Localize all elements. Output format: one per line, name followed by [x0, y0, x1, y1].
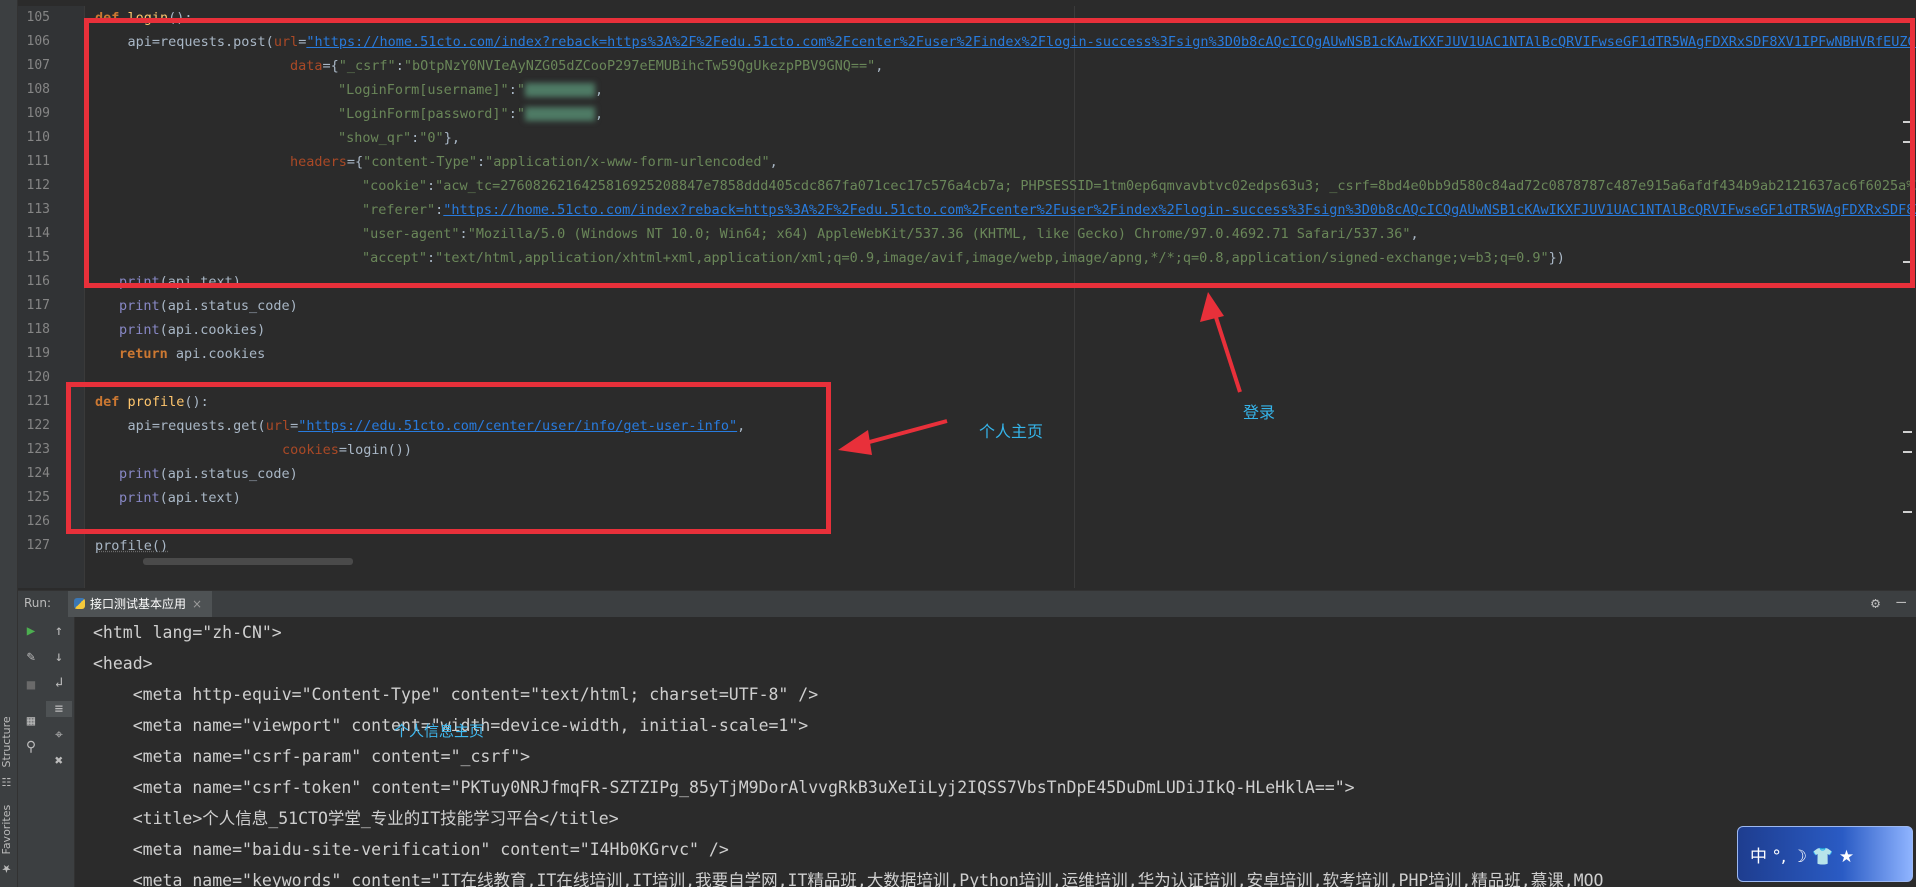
- console-line: <html lang="zh-CN">: [93, 623, 282, 642]
- console-line: <head>: [93, 654, 153, 673]
- run-tab[interactable]: 接口测试基本应用 ×: [68, 591, 213, 619]
- console-line: <meta name="csrf-token" content="PKTuy0N…: [93, 778, 1355, 797]
- layout-icon[interactable]: ▦: [18, 713, 44, 729]
- console-output[interactable]: <html lang="zh-CN"> <head> <meta http-eq…: [75, 617, 1916, 887]
- minimize-icon[interactable]: —: [1896, 592, 1906, 611]
- close-icon[interactable]: ×: [192, 597, 202, 611]
- up-arrow-icon[interactable]: ↑: [46, 623, 72, 639]
- arrow-profile: [838, 419, 948, 455]
- run-tab-label: 接口测试基本应用: [90, 597, 187, 611]
- run-toolbar-primary: ▶ ✎ ■ ▦ ⚲: [18, 617, 44, 887]
- console-line: <title>个人信息_51CTO学堂_专业的IT技能学习平台</title>: [93, 809, 619, 828]
- stop-icon[interactable]: ■: [18, 677, 44, 693]
- login-annotation: 登录: [1243, 403, 1276, 422]
- run-toolbar-secondary: ↑ ↓ ↲ ≡ ⌖ ✖: [44, 617, 75, 887]
- console-line: <meta http-equiv="Content-Type" content=…: [93, 685, 819, 704]
- console-line: <meta name="keywords" content="IT在线教育,IT…: [93, 871, 1604, 887]
- profile-annotation: 个人主页: [979, 422, 1044, 441]
- wrench-icon[interactable]: ✎: [18, 649, 44, 665]
- down-arrow-icon[interactable]: ↓: [46, 649, 72, 665]
- console-line: <meta name="csrf-param" content="_csrf">: [93, 747, 531, 766]
- arrow-login: [1200, 292, 1242, 393]
- run-label: Run:: [24, 596, 52, 610]
- python-icon: [74, 598, 85, 609]
- overlap-annotation: 个人信息主页: [394, 722, 485, 740]
- pin-icon[interactable]: ⚲: [18, 739, 44, 755]
- soft-wrap-icon[interactable]: ↲: [46, 675, 72, 691]
- ime-toolbar[interactable]: 中 °, ☽ 👕 ★: [1737, 826, 1913, 882]
- ime-toolbar-text: 中 °, ☽ 👕 ★: [1750, 847, 1855, 867]
- trash-icon[interactable]: ✖: [46, 753, 72, 769]
- rerun-icon[interactable]: ▶: [18, 623, 44, 639]
- scroll-to-end-icon[interactable]: ≡: [46, 701, 72, 717]
- gear-icon[interactable]: ⚙: [1871, 594, 1880, 612]
- run-panel-header: Run: 接口测试基本应用 × ⚙ —: [18, 590, 1916, 619]
- console-line: <meta name="baidu-site-verification" con…: [93, 840, 729, 859]
- print-icon[interactable]: ⌖: [46, 727, 72, 743]
